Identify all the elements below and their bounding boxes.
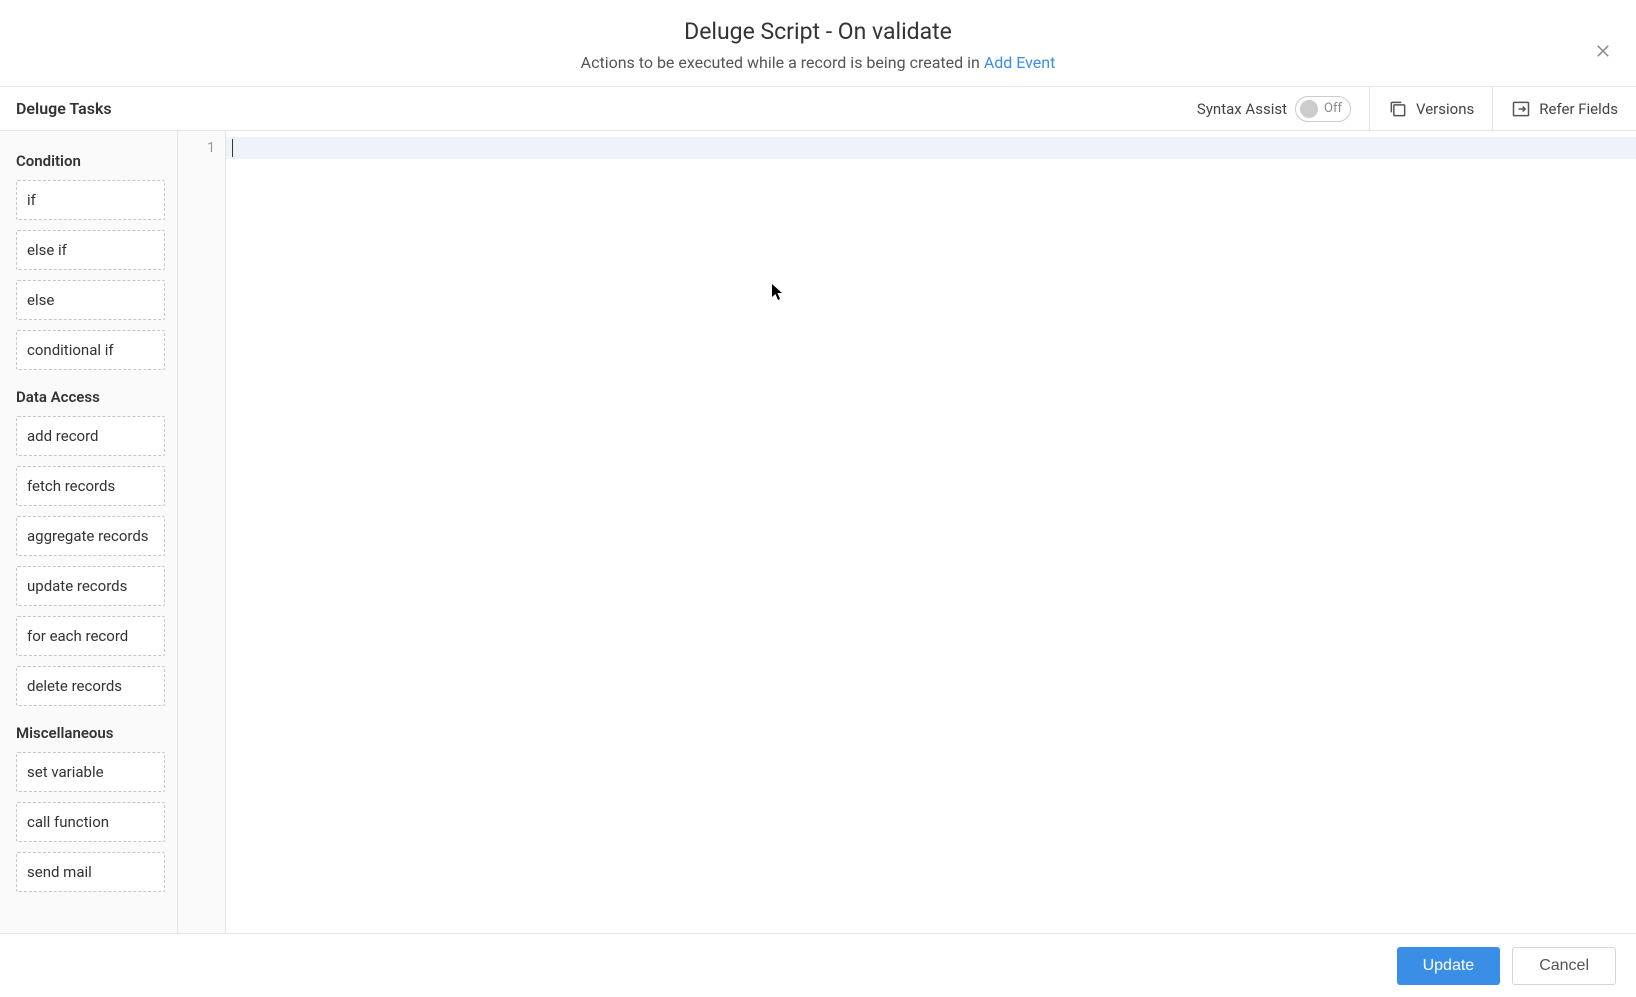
toggle-knob xyxy=(1300,100,1318,118)
add-event-link[interactable]: Add Event xyxy=(984,53,1056,72)
syntax-assist-toggle[interactable]: Syntax Assist Off xyxy=(1179,87,1369,130)
text-caret xyxy=(232,139,233,157)
update-button[interactable]: Update xyxy=(1397,947,1501,985)
task-item[interactable]: send mail xyxy=(16,852,165,892)
code-line-active[interactable] xyxy=(226,137,1636,159)
page-subtitle: Actions to be executed while a record is… xyxy=(20,53,1616,72)
cancel-button[interactable]: Cancel xyxy=(1512,947,1616,985)
task-item[interactable]: aggregate records xyxy=(16,516,165,556)
line-gutter: 1 xyxy=(178,131,226,933)
close-icon xyxy=(1594,42,1612,60)
versions-label: Versions xyxy=(1416,100,1474,118)
task-item[interactable]: else if xyxy=(16,230,165,270)
editor-area: 1 xyxy=(178,131,1636,933)
header: Deluge Script - On validate Actions to b… xyxy=(0,0,1636,87)
close-button[interactable] xyxy=(1594,42,1612,60)
line-number: 1 xyxy=(178,137,215,159)
task-item[interactable]: else xyxy=(16,280,165,320)
toggle-state: Off xyxy=(1324,101,1342,116)
task-item[interactable]: conditional if xyxy=(16,330,165,370)
sidebar[interactable]: Condition if else if else conditional if Data… xyxy=(0,131,178,933)
subtitle-text: Actions to be executed while a record is… xyxy=(581,53,984,72)
task-item[interactable]: fetch records xyxy=(16,466,165,506)
versions-icon xyxy=(1388,99,1408,119)
task-item[interactable]: add record xyxy=(16,416,165,456)
task-item[interactable]: set variable xyxy=(16,752,165,792)
refer-fields-button[interactable]: Refer Fields xyxy=(1492,87,1636,130)
page-title: Deluge Script - On validate xyxy=(20,18,1616,45)
refer-fields-label: Refer Fields xyxy=(1539,100,1618,118)
task-item[interactable]: for each record xyxy=(16,616,165,656)
toggle-switch[interactable]: Off xyxy=(1295,96,1351,122)
task-item[interactable]: call function xyxy=(16,802,165,842)
toolbar: Deluge Tasks Syntax Assist Off Versions … xyxy=(0,87,1636,131)
task-group-title: Miscellaneous xyxy=(16,724,165,742)
refer-fields-icon xyxy=(1511,99,1531,119)
syntax-assist-label: Syntax Assist xyxy=(1197,100,1287,118)
task-item[interactable]: if xyxy=(16,180,165,220)
task-item[interactable]: update records xyxy=(16,566,165,606)
footer: Update Cancel xyxy=(0,933,1636,997)
task-group-title: Condition xyxy=(16,152,165,170)
task-group-title: Data Access xyxy=(16,388,165,406)
main-body: Condition if else if else conditional if Data… xyxy=(0,131,1636,933)
code-editor[interactable] xyxy=(226,131,1636,933)
task-item[interactable]: delete records xyxy=(16,666,165,706)
sidebar-title: Deluge Tasks xyxy=(0,87,178,130)
versions-button[interactable]: Versions xyxy=(1369,87,1492,130)
